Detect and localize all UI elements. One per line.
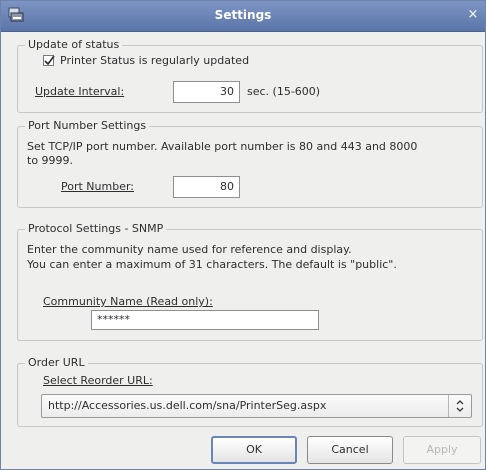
title-bar[interactable]: Settings × <box>1 1 485 32</box>
settings-dialog: Settings × Update of status Printer Stat… <box>0 0 486 470</box>
reorder-url-value: http://Accessories.us.dell.com/sna/Print… <box>48 399 327 412</box>
community-name-label: Community Name (Read only): <box>43 295 213 308</box>
apply-button[interactable]: Apply <box>403 436 481 464</box>
checkmark-icon <box>44 55 55 66</box>
update-interval-input[interactable]: 30 <box>173 81 240 103</box>
up-down-arrows-icon <box>448 395 471 417</box>
snmp-description-line1: Enter the community name used for refere… <box>27 243 352 256</box>
snmp-description-line2: You can enter a maximum of 31 characters… <box>27 258 397 271</box>
port-description-line1: Set TCP/IP port number. Available port n… <box>27 140 418 153</box>
reorder-url-select[interactable]: http://Accessories.us.dell.com/sna/Print… <box>41 394 472 418</box>
port-number-label: Port Number: <box>61 180 135 193</box>
port-number-group: Port Number Settings <box>17 119 483 208</box>
update-interval-label: Update Interval: <box>35 85 125 98</box>
port-number-input[interactable]: 80 <box>173 176 240 198</box>
printer-status-checkbox[interactable] <box>43 55 55 66</box>
update-interval-unit: sec. (15-600) <box>247 85 321 98</box>
snmp-legend: Protocol Settings - SNMP <box>25 222 167 235</box>
port-description-line2: to 9999. <box>27 154 74 167</box>
close-icon[interactable]: × <box>465 7 481 23</box>
ok-button[interactable]: OK <box>211 436 297 464</box>
select-reorder-url-label: Select Reorder URL: <box>43 374 153 387</box>
order-url-legend: Order URL <box>25 356 88 369</box>
update-status-legend: Update of status <box>25 38 123 51</box>
community-name-field[interactable]: ****** <box>91 310 319 330</box>
cancel-button[interactable]: Cancel <box>307 436 393 464</box>
printer-status-label[interactable]: Printer Status is regularly updated <box>60 54 249 67</box>
window-title: Settings <box>214 8 272 22</box>
port-number-legend: Port Number Settings <box>25 119 150 132</box>
